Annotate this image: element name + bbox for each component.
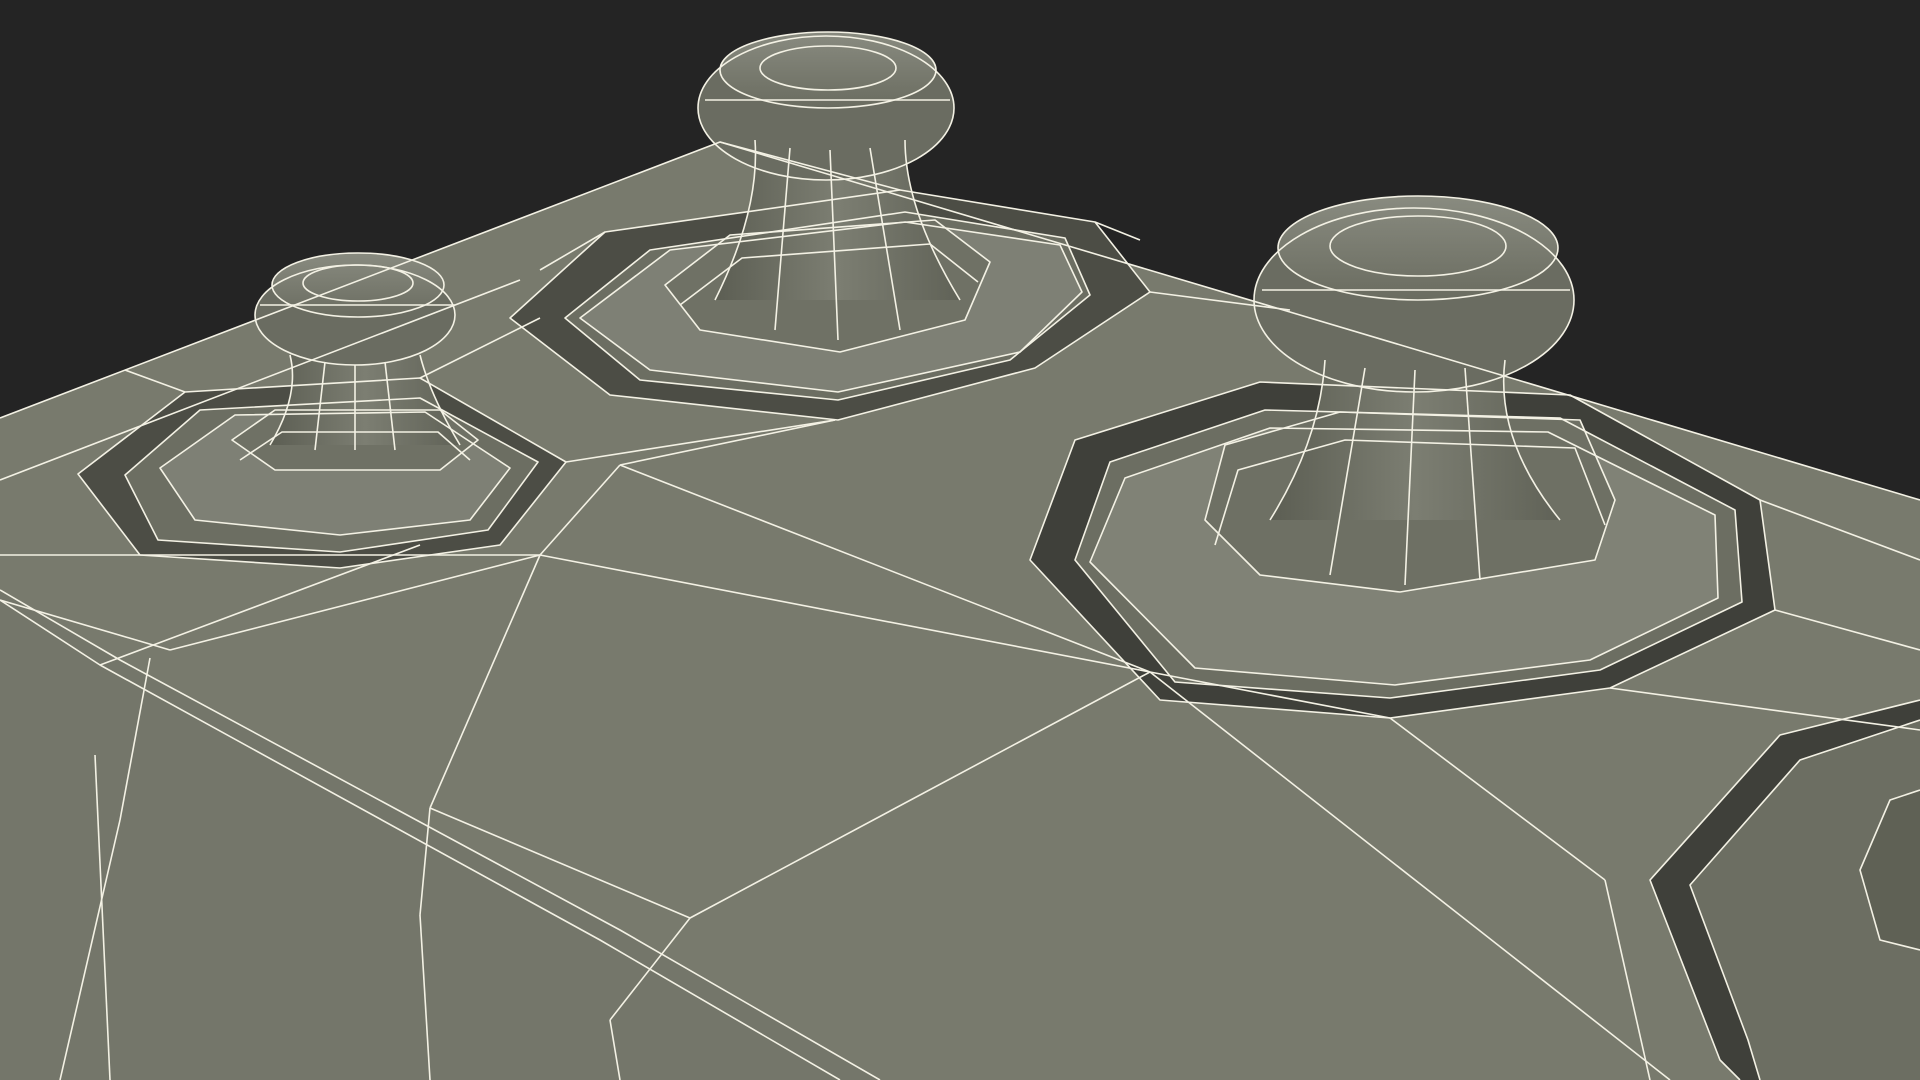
viewport — [0, 0, 1920, 1080]
wireframe-render — [0, 0, 1920, 1080]
